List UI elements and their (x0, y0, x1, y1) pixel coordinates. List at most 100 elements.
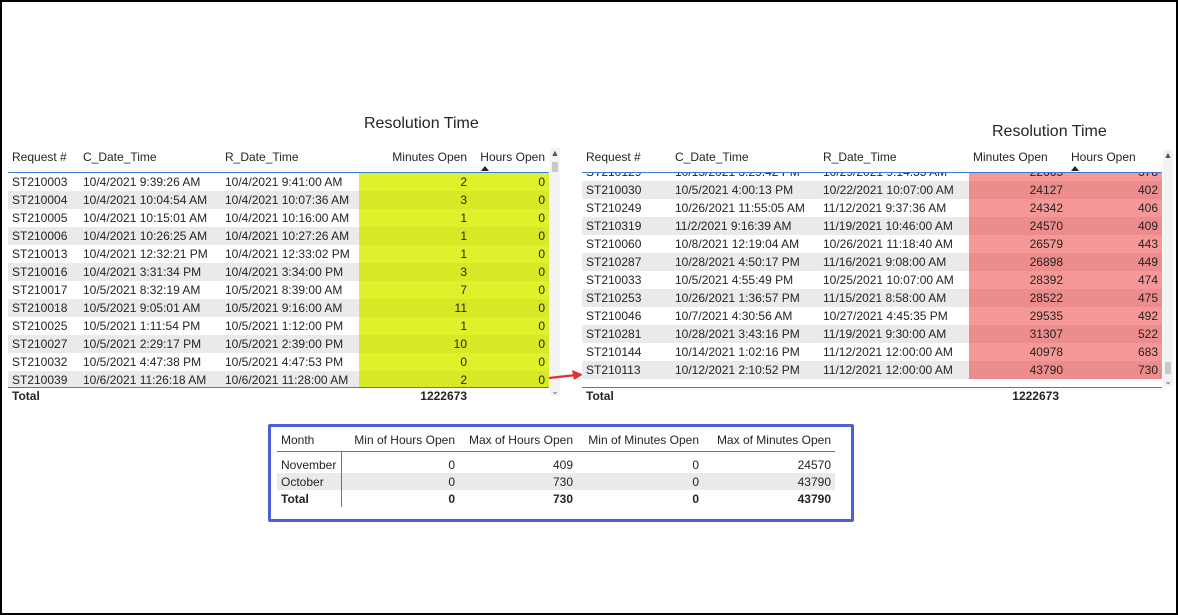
hours-open-cell: 449 (1067, 253, 1162, 271)
matrix-header-max-hours[interactable]: Max of Hours Open (459, 429, 577, 452)
left-scroll-thumb[interactable] (552, 162, 558, 172)
hours-open-cell: 730 (1067, 361, 1162, 379)
r-date-time-cell: 10/27/2021 4:45:35 PM (819, 307, 969, 325)
table-row[interactable]: ST210025 10/5/2021 1:11:54 PM 10/5/2021 1:… (8, 317, 549, 335)
hours-open-cell: 0 (471, 317, 549, 335)
sort-ascending-caret-icon[interactable] (1071, 166, 1079, 171)
c-date-time-cell: 10/7/2021 4:30:56 AM (671, 307, 819, 325)
column-header-minutes-open[interactable]: Minutes Open (969, 142, 1067, 173)
summary-matrix: Month Min of Hours Open Max of Hours Ope… (277, 429, 835, 507)
hours-open-cell: 0 (471, 371, 549, 387)
minutes-open-cell: 24570 (969, 217, 1067, 235)
hours-open-cell: 0 (471, 227, 549, 245)
matrix-cell: 0 (692, 457, 699, 472)
chevron-down-icon[interactable]: ⌄ (550, 386, 560, 396)
table-row[interactable]: ST210033 10/5/2021 4:55:49 PM 10/25/2021 1… (582, 271, 1162, 289)
table-row[interactable]: ST210060 10/8/2021 12:19:04 AM 10/26/2021 … (582, 235, 1162, 253)
r-date-time-cell: 10/4/2021 9:41:00 AM (221, 172, 359, 191)
left-table-visual[interactable]: Request # C_Date_Time R_Date_Time Minute… (8, 142, 560, 408)
table-row[interactable]: ST210013 10/4/2021 12:32:21 PM 10/4/2021 1… (8, 245, 549, 263)
c-date-time-cell: 10/14/2021 1:02:16 PM (671, 343, 819, 361)
r-date-time-cell: 10/25/2021 10:07:00 AM (819, 271, 969, 289)
r-date-time-cell: 11/15/2021 8:58:00 AM (819, 289, 969, 307)
hours-open-cell: 0 (471, 172, 549, 191)
r-date-time-cell: 10/4/2021 3:34:00 PM (221, 263, 359, 281)
matrix-row-month[interactable]: November (277, 456, 342, 473)
chevron-up-icon[interactable]: ▲ (1163, 150, 1173, 160)
left-total-minutes: 1222673 (420, 389, 467, 403)
table-row[interactable]: ST210005 10/4/2021 10:15:01 AM 10/4/2021 1… (8, 209, 549, 227)
hours-open-cell: 402 (1067, 181, 1162, 199)
column-header-request[interactable]: Request # (582, 142, 671, 173)
sort-ascending-caret-icon[interactable] (481, 166, 489, 171)
c-date-time-cell: 11/2/2021 9:16:39 AM (671, 217, 819, 235)
table-row[interactable]: ST210027 10/5/2021 2:29:17 PM 10/5/2021 2:… (8, 335, 549, 353)
c-date-time-cell: 10/5/2021 9:05:01 AM (79, 299, 221, 317)
column-header-hours-open[interactable]: Hours Open (1067, 142, 1162, 173)
table-row[interactable]: ST210017 10/5/2021 8:32:19 AM 10/5/2021 8:… (8, 281, 549, 299)
table-row[interactable]: ST210046 10/7/2021 4:30:56 AM 10/27/2021 4… (582, 307, 1162, 325)
chevron-down-icon[interactable]: ⌄ (1163, 376, 1173, 386)
table-row[interactable]: ST210032 10/5/2021 4:47:38 PM 10/5/2021 4:… (8, 353, 549, 371)
hours-open-cell: 378 (1067, 173, 1162, 181)
table-row[interactable]: ST210253 10/26/2021 1:36:57 PM 11/15/2021 … (582, 289, 1162, 307)
r-date-time-cell: 10/29/2021 9:14:55 AM (819, 173, 969, 181)
column-header-c-date-time[interactable]: C_Date_Time (671, 142, 819, 173)
minutes-open-cell: 1 (359, 209, 471, 227)
request-id-cell: ST210144 (582, 343, 671, 361)
matrix-total-cell: 0 (448, 491, 455, 506)
table-row[interactable]: ST210113 10/12/2021 2:10:52 PM 11/12/2021 … (582, 361, 1162, 379)
minutes-open-cell: 28392 (969, 271, 1067, 289)
table-row[interactable]: ST210016 10/4/2021 3:31:34 PM 10/4/2021 3:… (8, 263, 549, 281)
summary-matrix-visual[interactable]: Month Min of Hours Open Max of Hours Ope… (268, 424, 854, 522)
matrix-row-month[interactable]: October (277, 473, 342, 490)
column-header-minutes-open[interactable]: Minutes Open (359, 142, 471, 173)
matrix-cell: 730 (459, 473, 577, 490)
left-total-label: Total (12, 389, 40, 403)
request-id-cell: ST210004 (8, 191, 79, 209)
matrix-header-max-minutes[interactable]: Max of Minutes Open (703, 429, 835, 452)
column-header-request[interactable]: Request # (8, 142, 79, 173)
table-row[interactable]: ST21012910/15/2021 3:29:42 PM10/29/2021 … (582, 173, 1162, 181)
matrix-cell: 24570 (797, 457, 831, 472)
column-header-c-date-time[interactable]: C_Date_Time (79, 142, 221, 173)
r-date-time-cell: 10/6/2021 11:28:00 AM (221, 371, 359, 387)
request-id-cell: ST210129 (582, 173, 671, 181)
table-row[interactable]: ST210287 10/28/2021 4:50:17 PM 11/16/2021 … (582, 253, 1162, 271)
request-id-cell: ST210253 (582, 289, 671, 307)
request-id-cell: ST210025 (8, 317, 79, 335)
right-scroll-thumb[interactable] (1165, 362, 1171, 374)
column-header-r-date-time[interactable]: R_Date_Time (819, 142, 969, 173)
r-date-time-cell: 10/4/2021 10:16:00 AM (221, 209, 359, 227)
request-id-cell: ST210281 (582, 325, 671, 343)
table-row[interactable]: ST210249 10/26/2021 11:55:05 AM 11/12/2021… (582, 199, 1162, 217)
matrix-header-min-minutes[interactable]: Min of Minutes Open (577, 429, 703, 452)
table-row[interactable]: ST210319 11/2/2021 9:16:39 AM 11/19/2021 1… (582, 217, 1162, 235)
matrix-row: November 0 409 0 24570 (277, 456, 835, 473)
chevron-up-icon[interactable]: ▲ (550, 148, 560, 158)
column-header-hours-open[interactable]: Hours Open (471, 142, 549, 173)
right-scrollbar[interactable]: ▲ ⌄ (1163, 150, 1173, 386)
hours-open-cell: 475 (1067, 289, 1162, 307)
right-table-scroll-viewport[interactable]: ST21012910/15/2021 3:29:42 PM10/29/2021 … (582, 173, 1162, 387)
matrix-header-month[interactable]: Month (277, 429, 341, 452)
minutes-open-cell: 24342 (969, 199, 1067, 217)
table-row[interactable]: ST210006 10/4/2021 10:26:25 AM 10/4/2021 1… (8, 227, 549, 245)
column-header-r-date-time[interactable]: R_Date_Time (221, 142, 359, 173)
c-date-time-cell: 10/28/2021 3:43:16 PM (671, 325, 819, 343)
table-row[interactable]: ST210039 10/6/2021 11:26:18 AM 10/6/2021 1… (8, 371, 549, 387)
table-row[interactable]: ST210003 10/4/2021 9:39:26 AM 10/4/2021 9:… (8, 172, 549, 191)
matrix-header-min-hours[interactable]: Min of Hours Open (341, 429, 459, 452)
left-total-divider (8, 387, 549, 388)
right-table-visual[interactable]: Request # C_Date_Time R_Date_Time Minute… (582, 142, 1174, 408)
matrix-cell: 0 (577, 473, 703, 490)
hours-open-cell: 492 (1067, 307, 1162, 325)
table-row[interactable]: ST210004 10/4/2021 10:04:54 AM 10/4/2021 1… (8, 191, 549, 209)
table-row[interactable]: ST210144 10/14/2021 1:02:16 PM 11/12/2021 … (582, 343, 1162, 361)
hours-open-cell: 0 (471, 353, 549, 371)
r-date-time-cell: 10/5/2021 9:16:00 AM (221, 299, 359, 317)
table-row[interactable]: ST210018 10/5/2021 9:05:01 AM 10/5/2021 9:… (8, 299, 549, 317)
table-row[interactable]: ST210281 10/28/2021 3:43:16 PM 11/19/2021 … (582, 325, 1162, 343)
left-scrollbar[interactable]: ▲ ⌄ (550, 148, 560, 396)
table-row[interactable]: ST210030 10/5/2021 4:00:13 PM 10/22/2021 1… (582, 181, 1162, 199)
